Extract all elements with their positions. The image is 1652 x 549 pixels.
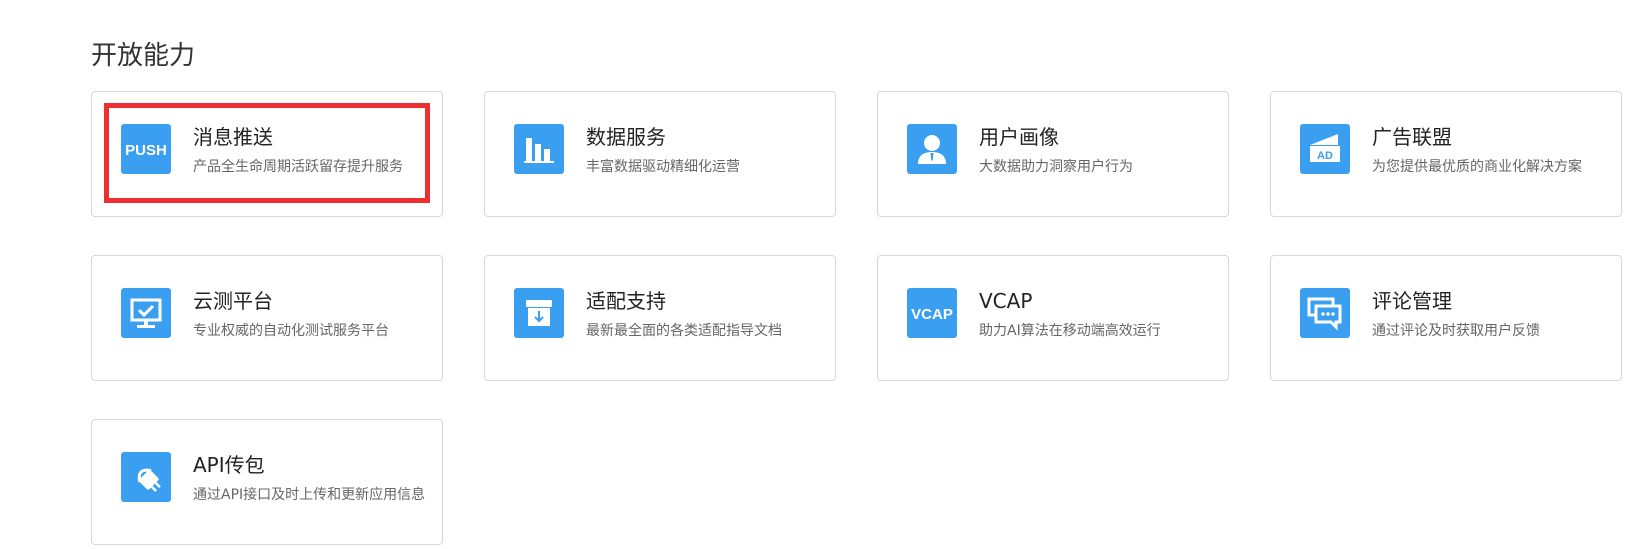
card-comment-management[interactable]: 评论管理 通过评论及时获取用户反馈	[1270, 255, 1622, 381]
card-cloud-test[interactable]: 云测平台 专业权威的自动化测试服务平台	[91, 255, 443, 381]
monitor-check-icon	[121, 288, 171, 338]
card-ad-alliance[interactable]: AD 广告联盟 为您提供最优质的商业化解决方案	[1270, 91, 1622, 217]
card-vcap[interactable]: VCAP VCAP 助力AI算法在移动端高效运行	[877, 255, 1229, 381]
svg-text:AD: AD	[1317, 150, 1333, 162]
section-title: 开放能力	[91, 41, 196, 71]
card-title: 适配支持	[586, 289, 666, 313]
card-title: 评论管理	[1372, 289, 1452, 313]
card-push[interactable]: PUSH 消息推送 产品全生命周期活跃留存提升服务	[91, 91, 443, 217]
card-title: 云测平台	[193, 289, 273, 313]
card-description: 产品全生命周期活跃留存提升服务	[193, 159, 403, 175]
svg-text:VCAP: VCAP	[911, 306, 953, 323]
card-title: API传包	[193, 453, 265, 477]
svg-text:PUSH: PUSH	[125, 142, 167, 159]
push-icon: PUSH	[121, 124, 171, 174]
card-description: 通过评论及时获取用户反馈	[1372, 323, 1540, 339]
card-title: 广告联盟	[1372, 125, 1452, 149]
card-title: 消息推送	[193, 125, 273, 149]
card-description: 助力AI算法在移动端高效运行	[979, 323, 1161, 339]
card-description: 为您提供最优质的商业化解决方案	[1372, 159, 1582, 175]
bar-chart-icon	[514, 124, 564, 174]
card-description: 丰富数据驱动精细化运营	[586, 159, 740, 175]
open-capabilities-section: 开放能力 PUSH 消息推送 产品全生命周期活跃留存提升服务 数据服务 丰富数据…	[0, 0, 1652, 549]
plug-icon	[121, 452, 171, 502]
card-title: VCAP	[979, 289, 1033, 313]
card-title: 数据服务	[586, 125, 666, 149]
comments-icon	[1300, 288, 1350, 338]
vcap-icon: VCAP	[907, 288, 957, 338]
user-profile-icon	[907, 124, 957, 174]
card-description: 通过API接口及时上传和更新应用信息	[193, 487, 426, 503]
card-data-service[interactable]: 数据服务 丰富数据驱动精细化运营	[484, 91, 836, 217]
download-box-icon	[514, 288, 564, 338]
card-description: 大数据助力洞察用户行为	[979, 159, 1133, 175]
capability-grid: PUSH 消息推送 产品全生命周期活跃留存提升服务 数据服务 丰富数据驱动精细化…	[91, 91, 1622, 545]
card-adaptation-support[interactable]: 适配支持 最新最全面的各类适配指导文档	[484, 255, 836, 381]
card-description: 最新最全面的各类适配指导文档	[586, 323, 782, 339]
card-api-upload[interactable]: API传包 通过API接口及时上传和更新应用信息	[91, 419, 443, 545]
card-title: 用户画像	[979, 125, 1059, 149]
ad-icon: AD	[1300, 124, 1350, 174]
card-description: 专业权威的自动化测试服务平台	[193, 323, 389, 339]
card-user-profile[interactable]: 用户画像 大数据助力洞察用户行为	[877, 91, 1229, 217]
